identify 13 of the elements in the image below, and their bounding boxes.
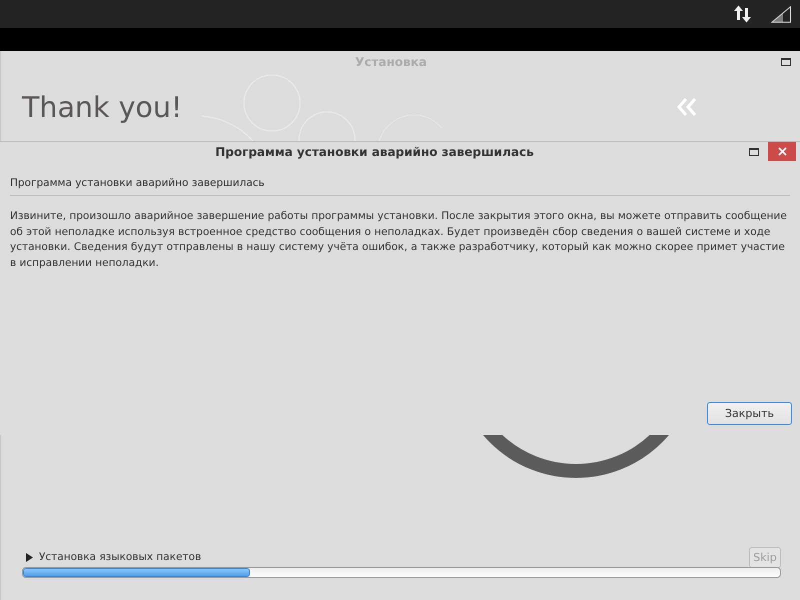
close-icon [778,147,786,156]
signal-icon[interactable] [771,6,791,22]
maximize-icon[interactable] [781,58,791,66]
maximize-icon[interactable] [749,148,759,156]
error-message: Извините, произошло аварийное завершение работы программы установки. После закрытия этого окна, вы можете отправить сообщение об этой неполадке используя встроенное средство сообщения о неполадках. Будет произведён сбор сведения о вашей системе и ходе установки. Сведения будут отправлены в нашу систему учёта ошибок, а также разработчику, который как можно скорее примет участие в исправлении неполадки. [10,209,788,270]
dialog-title: Программа установки аварийно завершилась [214,144,535,158]
up-down-arrows-icon[interactable] [734,5,751,23]
double-chevron-icon [677,97,697,117]
details-expander[interactable]: Установка языковых пакетов [26,551,202,563]
window-close-button[interactable] [768,142,796,161]
dialog-summary: Программа установки аварийно завершилась [10,176,266,191]
close-button[interactable]: Закрыть [707,402,792,425]
page-heading: Thank you! [22,90,182,124]
